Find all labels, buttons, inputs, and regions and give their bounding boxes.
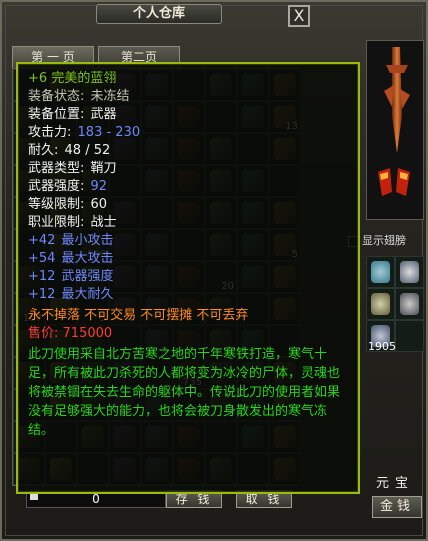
mod-value: +12 [28,269,56,284]
equip-status-value: 未冻结 [90,89,130,104]
mod-value: +12 [28,287,56,302]
weapon-type-line: 武器类型: 鞘刀 [28,160,348,178]
mod-line: +42 最小攻击 [28,232,348,250]
sword-icon [384,47,410,153]
weapon-type-label: 武器类型: [28,161,85,176]
enhance-level: +6 [28,71,48,86]
weapon-strength-label: 武器强度: [28,179,85,194]
price-value: 715000 [62,326,113,341]
mod-value: +54 [28,251,56,266]
side-slot[interactable] [395,288,424,320]
durability-line: 耐久: 48 / 52 [28,142,348,160]
durability-value: 48 / 52 [64,143,111,158]
durability-label: 耐久: [28,143,59,158]
side-slot[interactable] [366,288,395,320]
mod-label: 最大攻击 [61,251,114,266]
equip-status-line: 装备状态: 未冻结 [28,88,348,106]
show-wings-label: 显示翅膀 [362,234,406,247]
level-limit-line: 等级限制: 60 [28,196,348,214]
job-limit-value: 战士 [90,215,117,230]
yuanbao-label: 元宝 [376,476,415,491]
item-description: 此刀使用采自北方苦寒之地的千年寒铁打造，寒气十足，所有被此刀杀死的人都将变为冰冷… [28,347,341,438]
money-icon [30,494,38,500]
item-name: 完美的蓝翎 [51,71,117,86]
gold-button[interactable]: 金钱 [372,496,422,518]
price-line: 售价: 715000 [28,325,348,343]
gloves-icon [378,168,410,196]
attack-value: 183 - 230 [77,125,141,140]
mod-label: 最小攻击 [61,233,114,248]
equip-position-line: 装备位置: 武器 [28,106,348,124]
side-slot[interactable] [395,256,424,288]
weapon-strength-value: 92 [90,179,108,194]
mod-value: +42 [28,233,56,248]
equip-position-label: 装备位置: [28,107,85,122]
side-slot[interactable] [395,320,424,352]
level-limit-label: 等级限制: [28,197,85,212]
attack-line: 攻击力: 183 - 230 [28,124,348,142]
job-limit-label: 职业限制: [28,215,85,230]
price-label: 售价: [28,326,59,341]
item-tooltip: +6 完美的蓝翎 装备状态: 未冻结 装备位置: 武器 攻击力: 183 - 2… [16,62,360,494]
weapon-type-value: 鞘刀 [90,161,117,176]
equip-status-label: 装备状态: [28,89,85,104]
item-name-line: +6 完美的蓝翎 [28,70,348,88]
mod-label: 最大耐久 [61,287,114,302]
close-button[interactable]: X [288,5,310,27]
attack-label: 攻击力: [28,125,72,140]
weapon-strength-line: 武器强度: 92 [28,178,348,196]
mod-line: +12 最大耐久 [28,286,348,304]
mod-line: +54 最大攻击 [28,250,348,268]
equip-position-value: 武器 [90,107,117,122]
side-slot[interactable] [366,256,395,288]
side-item-count: 1905 [368,340,396,353]
mod-line: +12 武器强度 [28,268,348,286]
restrictions-line: 永不掉落 不可交易 不可摆摊 不可丢弃 [28,308,249,323]
mod-label: 武器强度 [61,269,114,284]
job-limit-line: 职业限制: 战士 [28,214,348,232]
window-title: 个人仓库 [96,4,222,24]
level-limit-value: 60 [90,197,108,212]
